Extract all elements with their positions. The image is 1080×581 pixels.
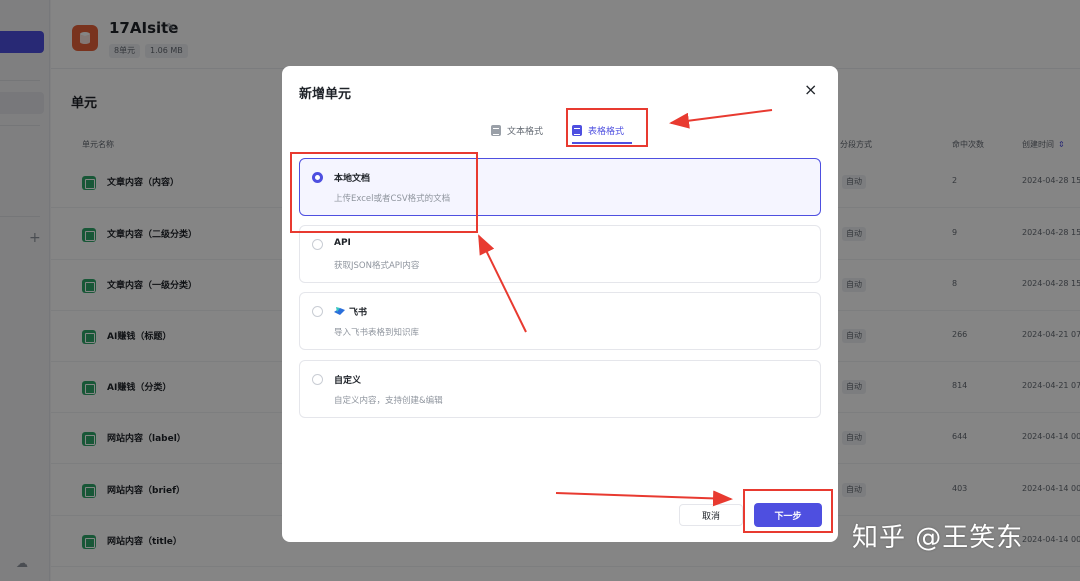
option-title-row: 飞书 bbox=[334, 305, 367, 318]
option-custom[interactable]: 自定义 自定义内容，支持创建&编辑 bbox=[299, 360, 821, 418]
radio[interactable] bbox=[312, 306, 323, 317]
radio[interactable] bbox=[312, 239, 323, 250]
add-unit-dialog: 新增单元 × 文本格式 表格格式 本地文档 上传Excel或者CSV格式的文档 … bbox=[282, 66, 838, 542]
option-title: API bbox=[334, 238, 351, 248]
annotation-box bbox=[743, 489, 833, 533]
option-api[interactable]: API 获取JSON格式API内容 bbox=[299, 225, 821, 283]
option-feishu[interactable]: 飞书 导入飞书表格到知识库 bbox=[299, 292, 821, 350]
tab-text-format[interactable]: 文本格式 bbox=[491, 124, 543, 137]
cancel-button[interactable]: 取消 bbox=[679, 504, 743, 526]
option-title: 自定义 bbox=[334, 376, 362, 386]
dialog-title: 新增单元 bbox=[299, 87, 352, 102]
document-icon bbox=[491, 125, 501, 136]
option-description: 自定义内容，支持创建&编辑 bbox=[334, 396, 443, 406]
watermark: 知乎 @王笑东 bbox=[852, 523, 1024, 553]
close-icon[interactable]: × bbox=[804, 80, 817, 99]
option-description: 获取JSON格式API内容 bbox=[334, 261, 420, 271]
option-title: 飞书 bbox=[349, 308, 368, 318]
annotation-box bbox=[290, 152, 478, 233]
tab-label: 文本格式 bbox=[507, 127, 544, 137]
annotation-box bbox=[566, 108, 648, 147]
option-description: 导入飞书表格到知识库 bbox=[334, 328, 420, 338]
radio[interactable] bbox=[312, 374, 323, 385]
feishu-icon bbox=[334, 307, 345, 315]
